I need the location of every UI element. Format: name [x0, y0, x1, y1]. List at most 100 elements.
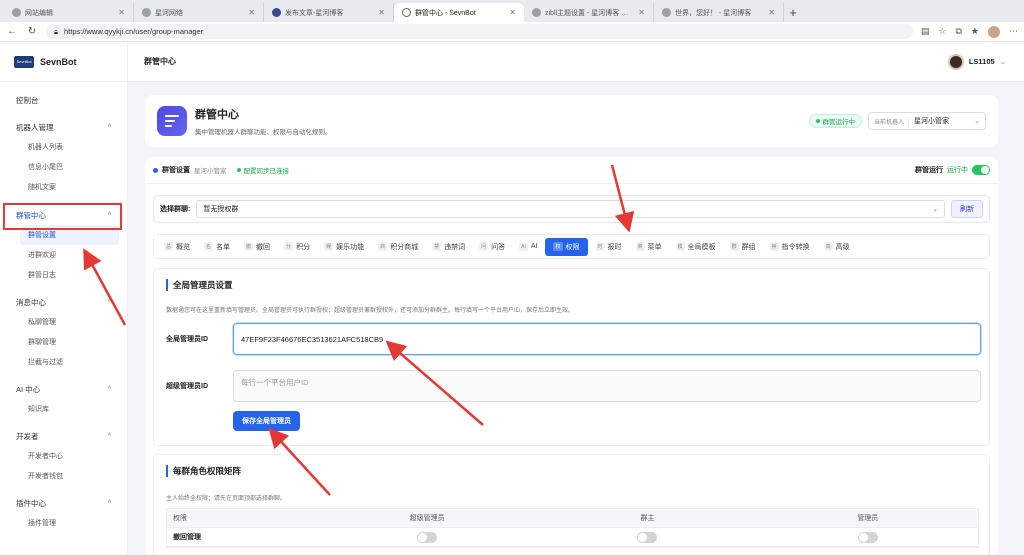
browser-tab-active[interactable]: 群管中心 - SevnBot ✕	[394, 3, 524, 22]
new-tab-button[interactable]: +	[784, 3, 802, 22]
tab-15[interactable]: 高高级	[818, 238, 856, 256]
tab-8[interactable]: AI AI	[513, 238, 543, 256]
close-icon[interactable]: ✕	[638, 8, 645, 17]
group-owner-toggle[interactable]	[637, 531, 658, 543]
global-admin-id-input[interactable]: 47EF9F23F46676EC3513621AFC518CB9	[233, 323, 981, 355]
tab-label: 积分商城	[390, 243, 419, 251]
save-global-admin-button[interactable]: 保存全局管理员	[233, 411, 300, 431]
close-icon[interactable]: ✕	[378, 8, 385, 17]
tab-0[interactable]: 总概览	[158, 238, 196, 256]
tab-1[interactable]: 名名单	[198, 238, 236, 256]
favicon-icon	[142, 8, 151, 17]
section-title: 每群角色权限矩阵	[166, 465, 977, 477]
chevron-up-icon: ^	[107, 298, 111, 306]
back-icon[interactable]: ←	[6, 26, 18, 37]
section-description: 数据通您可在这里重新填写管理员。全局管理员可执行群授权；超级管理员兼群授权外，还…	[166, 308, 575, 314]
tab-icon: 问	[479, 242, 489, 251]
super-admin-toggle[interactable]	[417, 531, 438, 543]
brand-name: SevnBot	[40, 56, 77, 67]
group-selector-row: 选择群聊: 暂无授权群 ⌄ 刷新	[153, 195, 990, 223]
hero-title: 群管中心	[195, 109, 239, 121]
tab-13[interactable]: 群群组	[724, 238, 762, 256]
sidebar-item-bot-list[interactable]: 机器人列表	[0, 137, 127, 157]
tab-label: 违禁词	[444, 243, 466, 251]
sidebar-item-random-text[interactable]: 随机文案	[0, 177, 127, 197]
browser-tab[interactable]: zibll主题设置 - 星河博客 — WordPress✕	[524, 3, 654, 22]
reader-icon[interactable]: ▤	[921, 26, 930, 37]
sidebar-item-group-log[interactable]: 群管日志	[0, 265, 127, 285]
sidebar-item-group-chat[interactable]: 群聊管理	[0, 332, 127, 352]
more-icon[interactable]: ⋯	[1009, 26, 1018, 37]
super-admin-id-input[interactable]: 每行一个平台用户ID	[233, 370, 981, 402]
settings-panel: 群管设置 星河小管家 配置同步已连接 群管运行 运行中 选择群聊: 暂无授权群 ⌄…	[145, 157, 998, 555]
sidebar-group-developer[interactable]: 开发者 ^	[0, 426, 127, 446]
browser-tab-strip: 网站编辑 ✕ 星河网络 ✕ 发布文章-星河博客 ✕ 群管中心 - SevnBot ✕ z…	[0, 0, 1024, 22]
sidebar-group-ai-center[interactable]: AI 中心 ^	[0, 379, 127, 399]
status-badge: 群管运行中	[808, 114, 862, 128]
browser-tab[interactable]: 网站编辑 ✕	[4, 3, 134, 22]
chevron-up-icon: ^	[107, 123, 111, 131]
chevron-up-icon: ^	[107, 499, 111, 507]
favorites-icon[interactable]: ★	[971, 26, 979, 37]
sidebar-item-dashboard[interactable]: 控制台	[0, 90, 127, 110]
field-label: 全局管理员ID	[166, 336, 208, 343]
brand[interactable]: SevnBot SevnBot	[0, 42, 127, 82]
avatar	[947, 53, 964, 70]
group-select[interactable]: 暂无授权群 ⌄	[196, 200, 945, 218]
section-title: 全局管理员设置	[166, 279, 977, 291]
sidebar-item-filter[interactable]: 拦截与过滤	[0, 352, 127, 372]
tab-icon: 菜	[635, 242, 645, 251]
tab-2[interactable]: 撤撤回	[238, 238, 276, 256]
tab-14[interactable]: 换指令转换	[764, 238, 816, 256]
tab-7[interactable]: 问问答	[473, 238, 511, 256]
admin-toggle[interactable]	[857, 531, 878, 543]
tab-10[interactable]: 时报时	[590, 238, 628, 256]
browser-tab[interactable]: 星河网络 ✕	[134, 3, 264, 22]
sidebar-item-knowledge-base[interactable]: 知识库	[0, 399, 127, 419]
favicon-icon	[12, 8, 21, 17]
close-icon[interactable]: ✕	[248, 8, 255, 17]
bot-select[interactable]: 当前机器人 星河小管家 ⌄	[868, 112, 986, 130]
star-icon[interactable]: ☆	[938, 26, 946, 37]
sidebar-item-plugin-management[interactable]: 插件管理	[0, 513, 127, 533]
sidebar-item-welcome[interactable]: 进群欢迎	[0, 245, 127, 265]
chevron-down-icon: ⌄	[974, 118, 980, 125]
tab-6[interactable]: 禁违禁词	[426, 238, 471, 256]
refresh-button[interactable]: 刷新	[951, 200, 983, 218]
close-icon[interactable]: ✕	[768, 8, 775, 17]
tab-label: 权限	[565, 243, 580, 251]
tab-3[interactable]: 分积分	[278, 238, 316, 256]
tab-icon: 撤	[244, 242, 254, 251]
sidebar-item-dev-center[interactable]: 开发者中心	[0, 446, 127, 466]
tab-icon: AI	[519, 242, 528, 251]
sidebar-item-private-chat[interactable]: 私聊管理	[0, 312, 127, 332]
address-bar[interactable]: 🔒︎ https://www.qyykji.cn/user/group-manag…	[46, 24, 913, 39]
tab-11[interactable]: 菜菜单	[630, 238, 668, 256]
sidebar-group-plugin-center[interactable]: 插件中心 ^	[0, 493, 127, 513]
user-menu[interactable]: LS1105 ⌄	[947, 53, 1006, 70]
run-toggle[interactable]	[972, 165, 990, 175]
tab-5[interactable]: 商积分商城	[372, 238, 424, 256]
browser-toolbar: ← ↻ 🔒︎ https://www.qyykji.cn/user/group-m…	[0, 22, 1024, 42]
sidebar-item-message-tail[interactable]: 信息小尾巴	[0, 157, 127, 177]
profile-avatar[interactable]	[988, 25, 1000, 38]
sidebar-item-dev-wallet[interactable]: 开发者钱包	[0, 466, 127, 486]
close-icon[interactable]: ✕	[509, 8, 516, 17]
browser-tab[interactable]: 世界，您好！ - 星河博客 ✕	[654, 3, 784, 22]
close-icon[interactable]: ✕	[118, 8, 125, 17]
tab-icon: 分	[284, 242, 294, 251]
tab-label: 高级	[835, 243, 850, 251]
tab-label: 撤回	[256, 243, 271, 251]
browser-tab[interactable]: 发布文章-星河博客 ✕	[264, 3, 394, 22]
sidebar-group-bot-management[interactable]: 机器人管理 ^	[0, 117, 127, 137]
extensions-icon[interactable]: ⧉	[955, 26, 961, 37]
tab-9[interactable]: 权权限	[545, 237, 588, 256]
indicator-icon	[153, 167, 158, 173]
tab-icon: 娱	[324, 242, 334, 251]
reload-icon[interactable]: ↻	[26, 26, 38, 37]
annotation-highlight-box	[3, 203, 122, 230]
sidebar-group-message-center[interactable]: 消息中心 ^	[0, 292, 127, 312]
tab-4[interactable]: 娱娱乐功能	[318, 238, 370, 256]
tab-label: 全局模板	[687, 243, 716, 251]
tab-12[interactable]: 模全局模板	[670, 238, 722, 256]
